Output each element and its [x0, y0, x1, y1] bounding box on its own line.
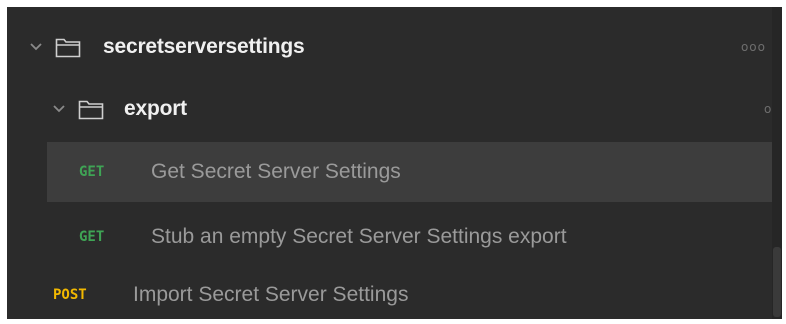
folder-icon	[78, 100, 104, 120]
folder-name: secretserversettings	[103, 35, 305, 58]
request-row[interactable]: POST Import Secret Server Settings	[7, 269, 782, 319]
folder-row-secretserversettings[interactable]: secretserversettings ooo	[7, 21, 782, 73]
request-name: Import Secret Server Settings	[133, 283, 409, 306]
more-options-icon[interactable]: ooo	[741, 40, 766, 54]
request-row[interactable]: GET Get Secret Server Settings	[47, 142, 782, 202]
folder-name: export	[124, 97, 187, 120]
scrollbar-thumb[interactable]	[773, 247, 781, 317]
method-badge-get: GET	[79, 229, 105, 245]
vertical-scrollbar[interactable]	[772, 7, 782, 319]
method-badge-get: GET	[79, 164, 105, 180]
request-name: Stub an empty Secret Server Settings exp…	[151, 225, 567, 248]
request-name: Get Secret Server Settings	[151, 160, 401, 183]
chevron-down-icon[interactable]	[52, 102, 66, 116]
folder-icon	[55, 38, 81, 58]
method-badge-post: POST	[53, 287, 87, 303]
chevron-down-icon[interactable]	[29, 40, 43, 54]
collection-sidebar: secretserversettings ooo export ooo GET …	[7, 7, 782, 319]
request-row[interactable]: GET Stub an empty Secret Server Settings…	[47, 207, 782, 267]
folder-row-export[interactable]: export ooo	[7, 83, 782, 135]
